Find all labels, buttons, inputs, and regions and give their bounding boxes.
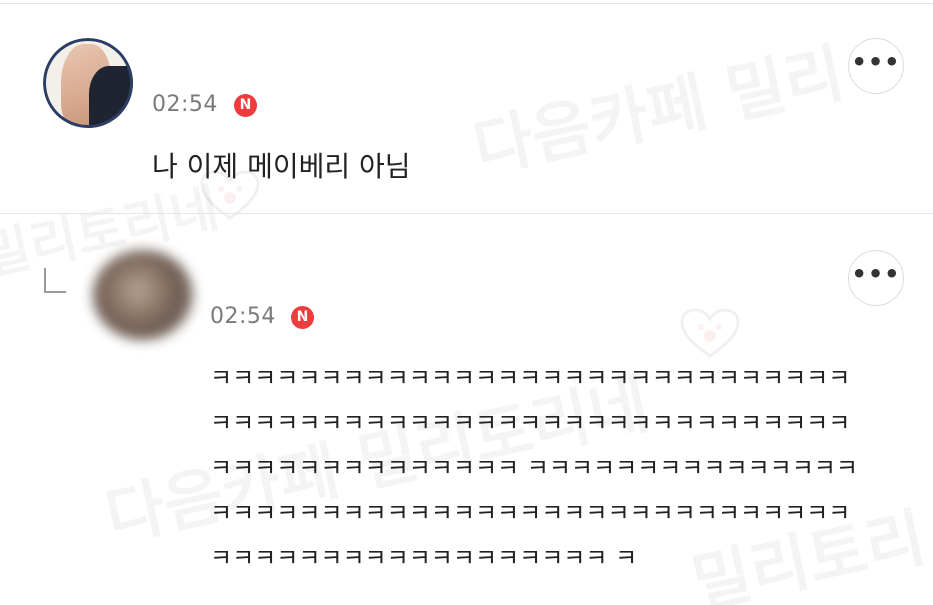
more-options-button[interactable]: ••• — [848, 38, 904, 94]
new-badge: N — [291, 306, 314, 329]
comment-timestamp: 02:54 — [152, 92, 218, 117]
reply-timestamp: 02:54 — [210, 304, 276, 329]
reply-arrow-icon — [44, 268, 66, 293]
avatar[interactable] — [43, 38, 133, 128]
comment-thread: 다음카페 밀리 밀리토리네 다음카페 밀리토리네 밀리토리 02:54 N ••… — [0, 0, 933, 605]
comment-text: 나 이제 메이베리 아님 — [152, 150, 411, 183]
new-badge: N — [234, 94, 257, 117]
more-options-button[interactable]: ••• — [848, 250, 904, 306]
paw-heart-watermark-icon — [680, 308, 740, 358]
avatar[interactable] — [93, 250, 193, 340]
divider — [0, 213, 933, 214]
divider — [0, 3, 933, 4]
reply-text: ㅋㅋㅋㅋㅋㅋㅋㅋㅋㅋㅋㅋㅋㅋㅋㅋㅋㅋㅋㅋㅋㅋㅋㅋㅋㅋㅋㅋㅋㅋㅋㅋㅋㅋㅋㅋㅋㅋㅋㅋ… — [210, 364, 858, 572]
watermark-text: 다음카페 밀리 — [465, 22, 851, 190]
